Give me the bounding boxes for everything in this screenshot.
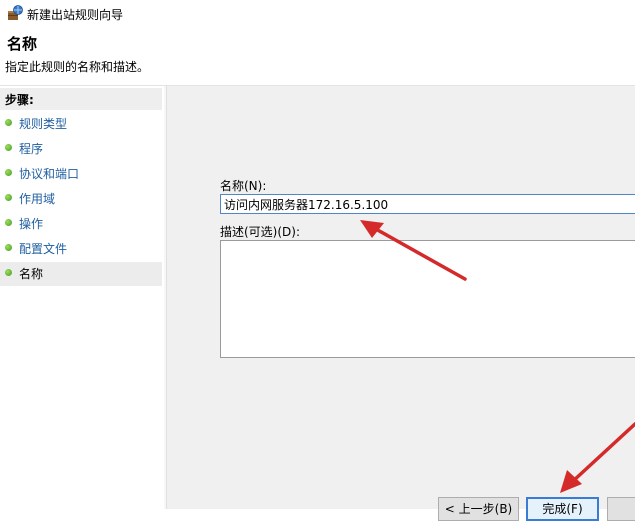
step-label: 配置文件 (19, 242, 68, 256)
finish-button[interactable]: 完成(F) (526, 497, 599, 521)
page-title: 名称 (7, 35, 38, 53)
step-bullet-icon (5, 144, 12, 151)
content-panel: 名称(N): 描述(可选)(D): < 上一步(B) 完成(F) (167, 86, 635, 521)
step-protocol-port[interactable]: 协议和端口 (0, 162, 162, 186)
step-label: 名称 (19, 267, 44, 281)
step-label: 程序 (19, 142, 44, 156)
cancel-button[interactable] (607, 497, 635, 521)
step-program[interactable]: 程序 (0, 137, 162, 161)
step-bullet-icon (5, 269, 12, 276)
step-profile[interactable]: 配置文件 (0, 237, 162, 261)
step-bullet-icon (5, 119, 12, 126)
step-bullet-icon (5, 169, 12, 176)
steps-pane: 步骤: 规则类型 程序 协议和端口 作用域 操作 配置文件 名称 (0, 86, 164, 509)
step-scope[interactable]: 作用域 (0, 187, 162, 211)
step-bullet-icon (5, 219, 12, 226)
step-label: 规则类型 (19, 117, 68, 131)
back-button[interactable]: < 上一步(B) (438, 497, 519, 521)
step-label: 协议和端口 (19, 167, 80, 181)
title-bar: 新建出站规则向导 (0, 0, 635, 28)
description-field-label: 描述(可选)(D): (220, 225, 301, 239)
name-input[interactable] (220, 194, 635, 214)
steps-heading-label: 步骤: (5, 93, 34, 107)
page-header: 名称 指定此规则的名称和描述。 (0, 28, 635, 85)
step-label: 操作 (19, 217, 44, 231)
step-action[interactable]: 操作 (0, 212, 162, 236)
step-name[interactable]: 名称 (0, 262, 162, 286)
firewall-app-icon (8, 5, 23, 20)
step-bullet-icon (5, 194, 12, 201)
window-title: 新建出站规则向导 (27, 8, 124, 22)
page-subtitle: 指定此规则的名称和描述。 (5, 60, 150, 74)
step-bullet-icon (5, 244, 12, 251)
name-field-label: 名称(N): (220, 179, 267, 193)
description-input[interactable] (220, 240, 635, 358)
step-label: 作用域 (19, 192, 56, 206)
steps-heading: 步骤: (0, 88, 162, 110)
step-rule-type[interactable]: 规则类型 (0, 112, 162, 136)
